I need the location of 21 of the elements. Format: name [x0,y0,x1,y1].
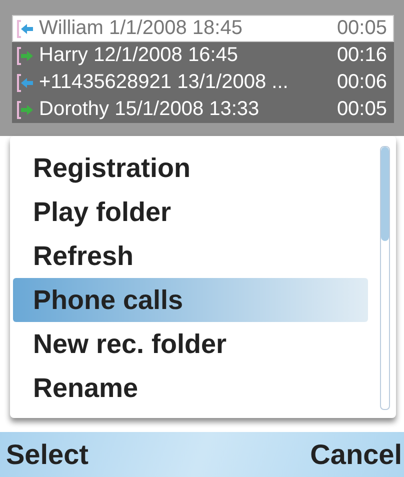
call-duration: 00:16 [336,44,387,67]
call-entry-text: William 1/1/2008 18:45 [39,17,244,40]
call-row[interactable]: Dorothy 15/1/2008 13:33 00:05 [12,96,394,123]
menu-item[interactable]: Rename [13,366,368,410]
menu-item[interactable]: New rec. folder [13,322,368,366]
call-row[interactable]: William 1/1/2008 18:45 00:05 [12,15,394,42]
menu-item[interactable]: Play folder [13,190,368,234]
menu-item[interactable]: Phone calls [13,278,368,322]
call-duration: 00:05 [336,98,387,121]
cancel-softkey[interactable]: Cancel [310,438,402,470]
call-row[interactable]: +11435628921 13/1/2008 ... 00:06 [12,69,394,96]
call-duration: 00:05 [336,17,387,40]
call-duration: 00:06 [336,71,387,94]
menu-item[interactable]: Registration [13,146,368,190]
scrollbar[interactable] [380,146,390,410]
select-softkey[interactable]: Select [6,438,88,470]
call-entry-text: Dorothy 15/1/2008 13:33 [39,98,260,121]
call-row[interactable]: Harry 12/1/2008 16:45 00:16 [12,42,394,69]
call-entry-text: +11435628921 13/1/2008 ... [39,71,290,94]
menu-item[interactable]: Refresh [13,234,368,278]
call-entry-text: Harry 12/1/2008 16:45 [39,44,240,67]
